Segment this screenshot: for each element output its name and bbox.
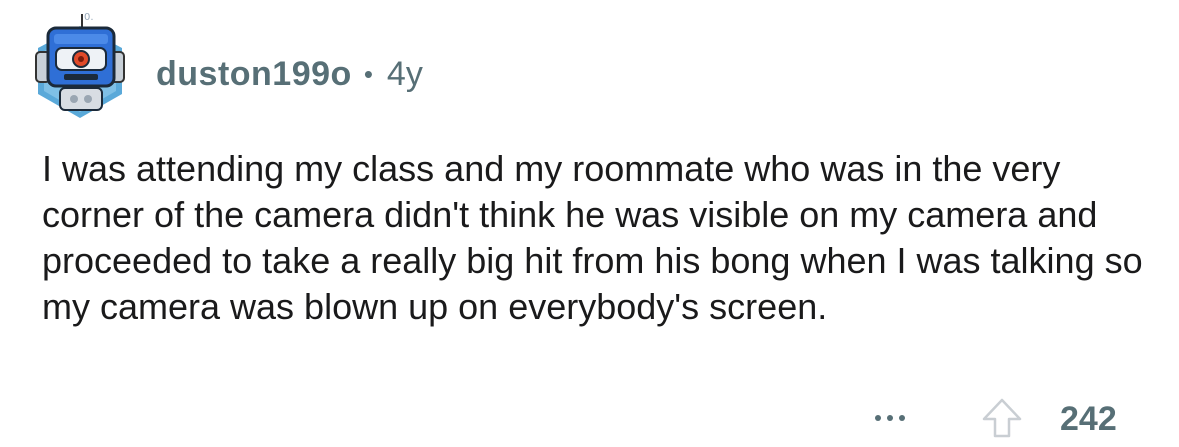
comment-body: I was attending my class and my roommate…	[42, 148, 1143, 327]
more-options-icon	[875, 415, 905, 421]
robot-avatar-icon: 0.	[35, 12, 125, 118]
svg-text:0.: 0.	[84, 12, 94, 23]
more-options-button[interactable]	[864, 404, 916, 432]
upvote-button[interactable]	[978, 394, 1026, 442]
comment-header: duston199o • 4y	[156, 52, 423, 96]
avatar[interactable]: 0.	[30, 8, 130, 120]
username-link[interactable]: duston199o	[156, 55, 352, 94]
comment-age: 4y	[386, 54, 423, 93]
vote-count: 242	[1060, 400, 1117, 438]
meta-separator: •	[363, 58, 373, 89]
upvote-arrow-icon	[982, 398, 1022, 438]
